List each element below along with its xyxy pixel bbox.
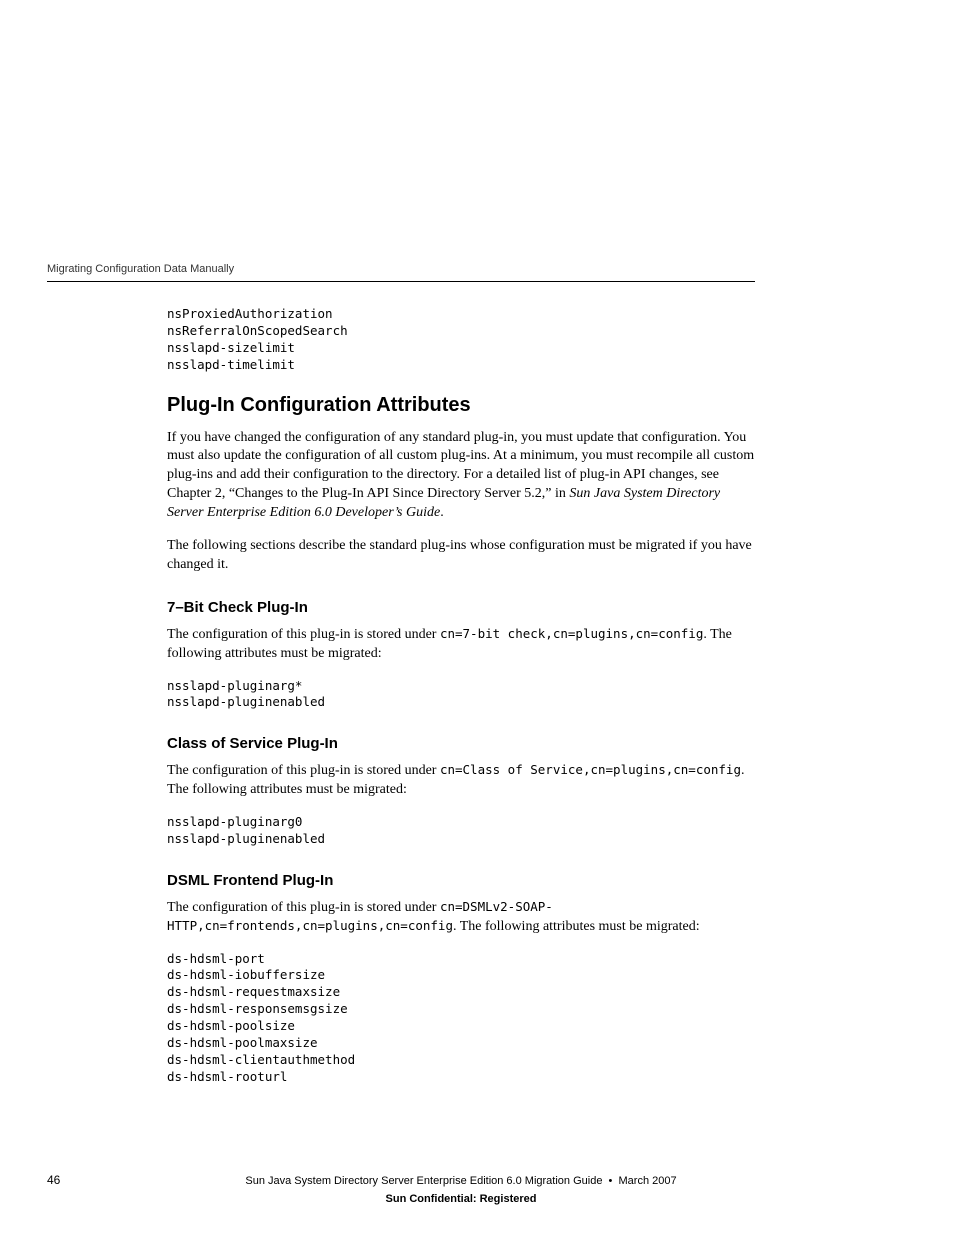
subsection-heading-cos: Class of Service Plug-In [167, 735, 755, 752]
footer-doc-title: Sun Java System Directory Server Enterpr… [167, 1175, 755, 1187]
sub1-code-inline: cn=7-bit check,cn=plugins,cn=config [440, 626, 703, 641]
section-heading: Plug-In Configuration Attributes [167, 394, 755, 417]
code-block-dsml: ds-hdsml-port ds-hdsml-iobuffersize ds-h… [167, 951, 755, 1086]
sub3-post: . The following attributes must be migra… [453, 919, 700, 934]
subsection-heading-dsml: DSML Frontend Plug-In [167, 872, 755, 889]
sub2-para: The configuration of this plug-in is sto… [167, 762, 755, 800]
sub1-pre: The configuration of this plug-in is sto… [167, 627, 440, 642]
para-tail: . [440, 505, 444, 520]
code-block-7bit: nsslapd-pluginarg* nsslapd-pluginenabled [167, 678, 755, 712]
page-number: 46 [47, 1173, 167, 1187]
running-header: Migrating Configuration Data Manually [47, 263, 755, 275]
sub3-pre: The configuration of this plug-in is sto… [167, 900, 440, 915]
section-para-2: The following sections describe the stan… [167, 537, 755, 575]
section-para-1: If you have changed the configuration of… [167, 429, 755, 523]
code-block-top: nsProxiedAuthorization nsReferralOnScope… [167, 306, 755, 374]
footer-confidential: Sun Confidential: Registered [47, 1193, 755, 1205]
subsection-heading-7bit: 7–Bit Check Plug-In [167, 599, 755, 616]
page-footer: 46 Sun Java System Directory Server Ente… [47, 1173, 755, 1205]
sub1-para: The configuration of this plug-in is sto… [167, 626, 755, 664]
content-column: nsProxiedAuthorization nsReferralOnScope… [167, 306, 755, 1086]
document-page: Migrating Configuration Data Manually ns… [0, 0, 954, 1235]
code-block-cos: nsslapd-pluginarg0 nsslapd-pluginenabled [167, 814, 755, 848]
header-rule [47, 281, 755, 282]
sub2-code-inline: cn=Class of Service,cn=plugins,cn=config [440, 762, 741, 777]
sub3-para: The configuration of this plug-in is sto… [167, 899, 755, 937]
sub2-pre: The configuration of this plug-in is sto… [167, 763, 440, 778]
footer-line-1: 46 Sun Java System Directory Server Ente… [47, 1173, 755, 1187]
